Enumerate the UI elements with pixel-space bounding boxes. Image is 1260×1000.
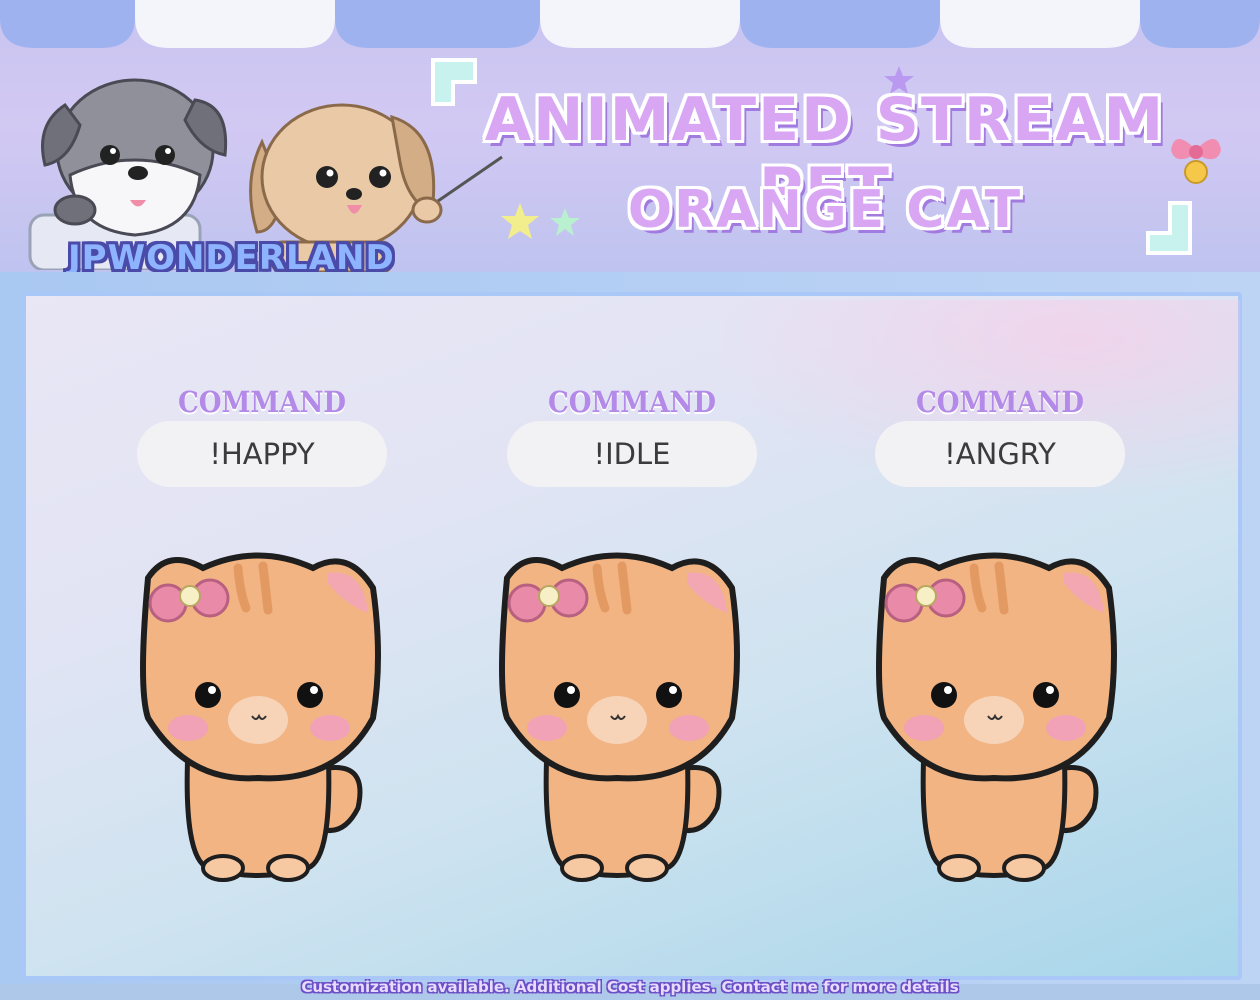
footer-note: Customization available. Additional Cost…	[301, 978, 959, 996]
orange-cat-icon	[876, 552, 1117, 882]
command-value: !HAPPY	[137, 421, 387, 487]
command-card-happy: COMMAND !HAPPY	[137, 385, 387, 487]
orange-cat-icon	[499, 552, 740, 882]
command-label: COMMAND	[547, 385, 717, 419]
header-banner: ANIMATED STREAM PET ORANGE CAT JPWONDERL…	[0, 0, 1260, 278]
command-card-angry: COMMAND !ANGRY	[875, 385, 1125, 487]
command-label: COMMAND	[177, 385, 347, 419]
command-card-idle: COMMAND !IDLE	[507, 385, 757, 487]
command-label: COMMAND	[915, 385, 1085, 419]
page-subtitle: ORANGE CAT	[627, 180, 1023, 240]
orange-cat-icon	[140, 552, 381, 882]
command-value: !IDLE	[507, 421, 757, 487]
command-value: !ANGRY	[875, 421, 1125, 487]
awning-decoration	[0, 0, 1260, 48]
